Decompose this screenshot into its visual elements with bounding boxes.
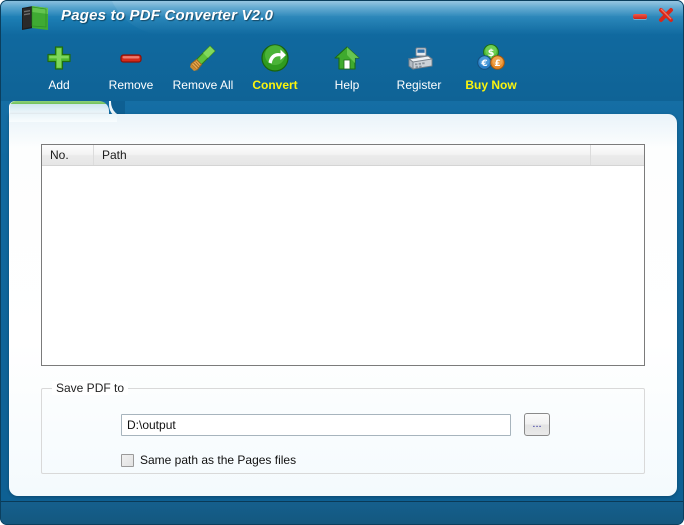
toolbar-items: Add Remove Remove All Convert Help Regis…	[23, 39, 527, 92]
remove-button[interactable]: Remove	[95, 39, 167, 92]
output-path-row: ...	[121, 413, 550, 436]
column-header-extra[interactable]	[591, 145, 644, 165]
buy-now-label: Buy Now	[465, 78, 517, 92]
coins-icon: $ € £	[474, 41, 508, 75]
same-path-checkbox-row[interactable]: Same path as the Pages files	[121, 453, 296, 467]
status-footer	[1, 501, 683, 524]
minus-icon	[114, 41, 148, 75]
application-window: Pages to PDF Converter V2.0 Add Remove R…	[0, 0, 684, 525]
file-list-body[interactable]	[42, 166, 644, 365]
close-icon[interactable]	[657, 6, 675, 24]
help-label: Help	[334, 78, 360, 92]
column-header-path[interactable]: Path	[94, 145, 591, 165]
same-path-label: Same path as the Pages files	[140, 453, 297, 467]
output-path-input[interactable]	[121, 413, 511, 436]
toolbar: Add Remove Remove All Convert Help Regis…	[1, 35, 683, 101]
panel-tab-join	[9, 114, 117, 122]
add-button[interactable]: Add	[23, 39, 95, 92]
column-header-no[interactable]: No.	[42, 145, 94, 165]
plus-icon	[42, 41, 76, 75]
window-title: Pages to PDF Converter V2.0	[61, 7, 274, 24]
remove-label: Remove	[108, 78, 154, 92]
register-button[interactable]: Register	[383, 39, 455, 92]
title-bar: Pages to PDF Converter V2.0	[1, 1, 683, 35]
file-list[interactable]: No. Path	[41, 144, 645, 366]
register-label: Register	[396, 78, 442, 92]
window-frame: Pages to PDF Converter V2.0 Add Remove R…	[0, 0, 684, 525]
file-list-header: No. Path	[42, 145, 644, 166]
same-path-checkbox[interactable]	[121, 453, 134, 467]
home-icon	[330, 41, 364, 75]
book-icon	[19, 5, 51, 32]
browse-button[interactable]: ...	[524, 413, 550, 436]
save-pdf-group: Save PDF to ... Same path as the Pages f…	[41, 381, 645, 474]
svg-text:£: £	[494, 59, 500, 69]
svg-text:€: €	[480, 59, 487, 69]
convert-button[interactable]: Convert	[239, 39, 311, 92]
add-label: Add	[48, 78, 70, 92]
save-pdf-group-title: Save PDF to	[52, 381, 129, 395]
help-button[interactable]: Help	[311, 39, 383, 92]
buy-now-button[interactable]: $ € £ Buy Now	[455, 39, 527, 92]
remove-all-button[interactable]: Remove All	[167, 39, 239, 92]
window-controls	[633, 6, 675, 24]
convert-label: Convert	[252, 78, 298, 92]
remove-all-label: Remove All	[172, 78, 234, 92]
broom-icon	[186, 41, 220, 75]
minimize-button[interactable]	[633, 7, 647, 23]
cash-register-icon	[402, 41, 436, 75]
convert-arrow-icon	[258, 41, 292, 75]
content-panel: No. Path Save PDF to ... Same path as th…	[9, 114, 677, 496]
